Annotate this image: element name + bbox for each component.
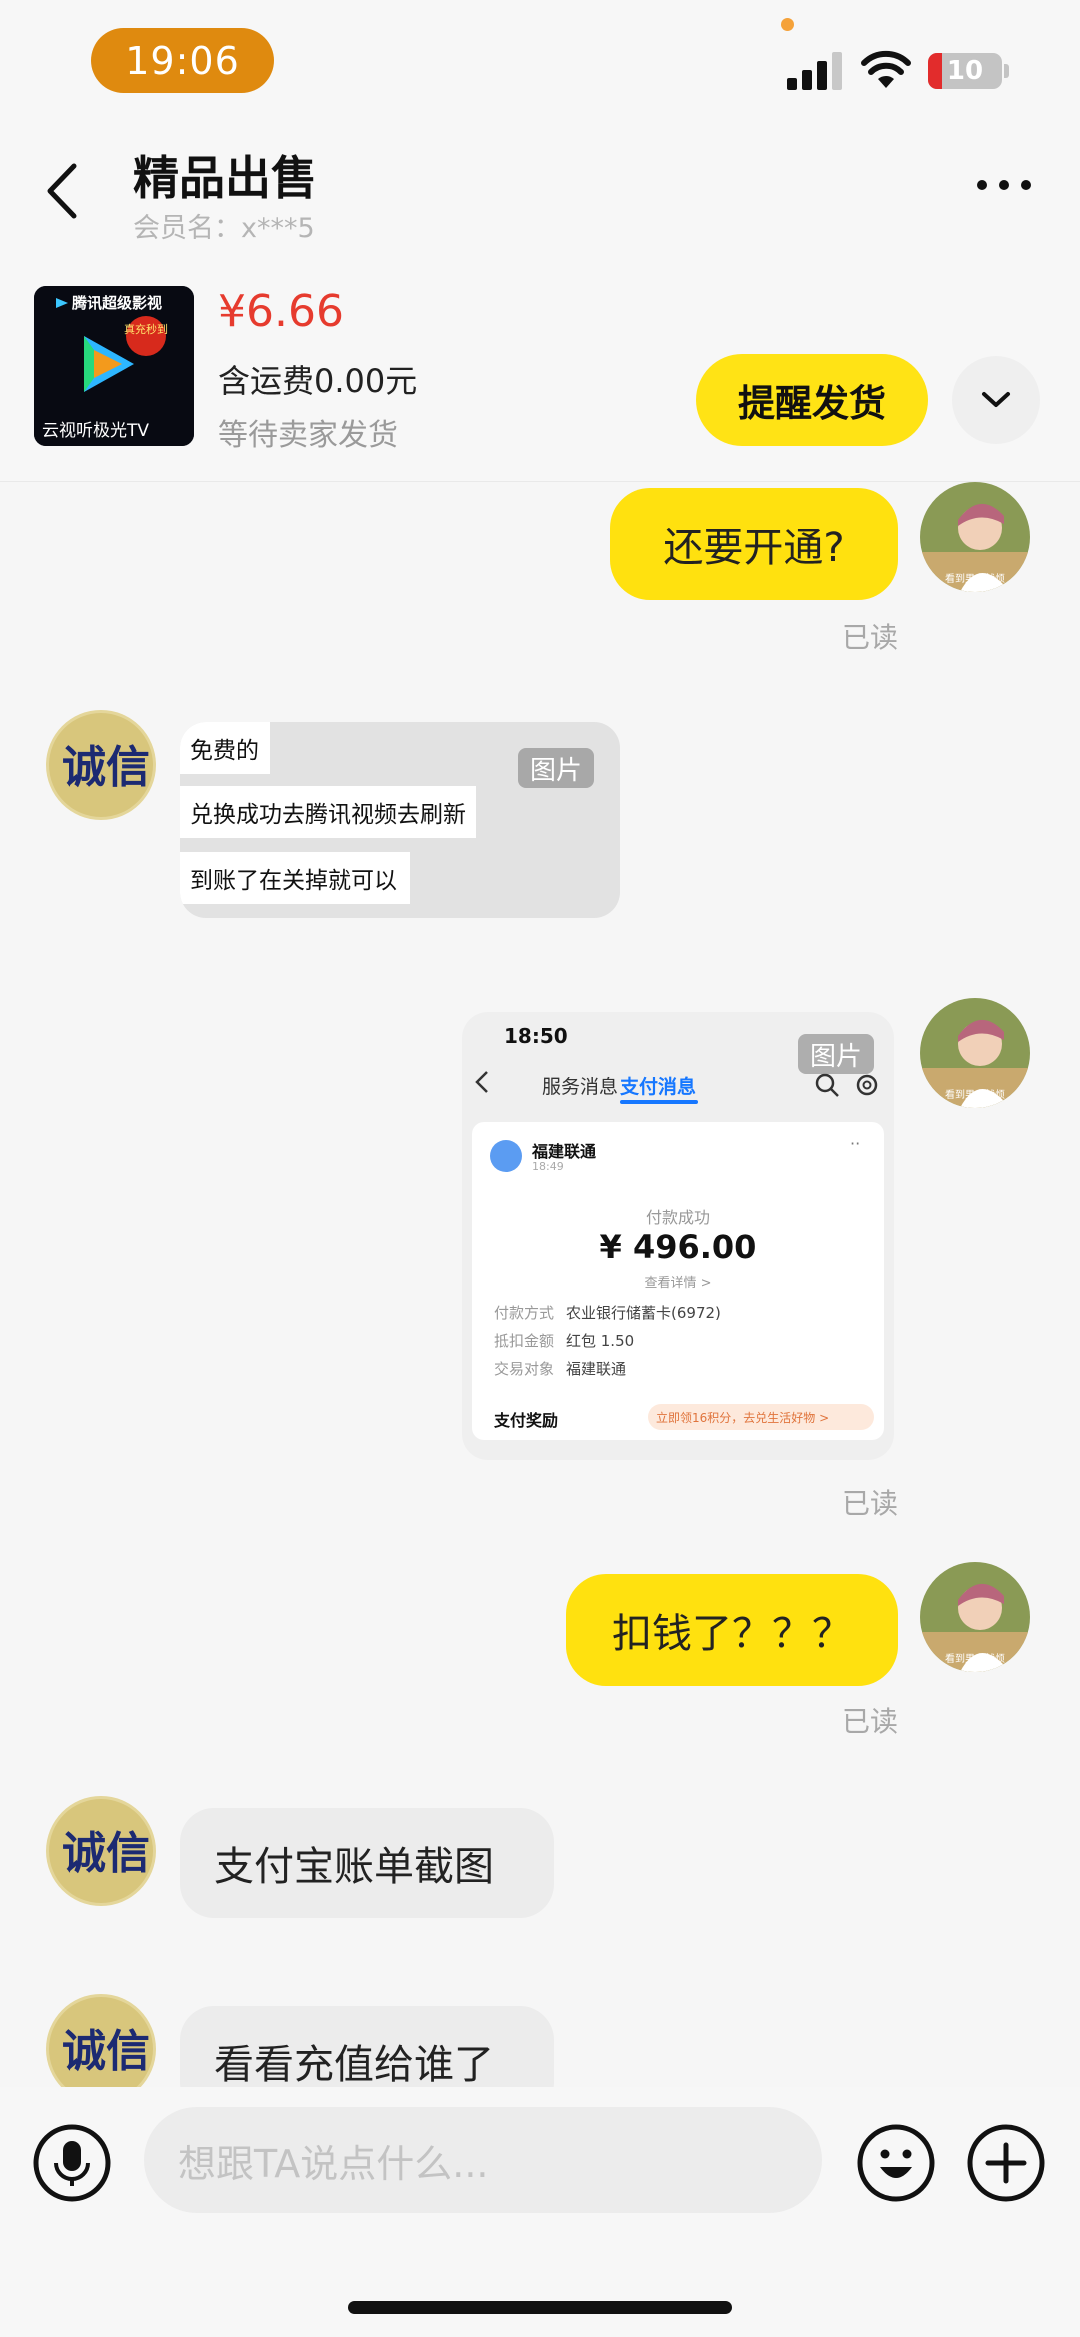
screenshot-row: 交易对象 福建联通 [494,1358,626,1379]
shipping-fee: 含运费0.00元 [218,362,418,400]
screenshot-row-key: 抵扣金额 [494,1332,555,1350]
image-text-line: 免费的 [180,722,270,774]
thumb-subtitle: 云视听极光TV [42,421,149,441]
avatar-seller-icon: 诚信 [46,710,156,820]
screenshot-row-value: 农业银行储蓄卡(6972) [566,1304,721,1322]
image-text-line: 到账了在关掉就可以 [180,852,410,904]
back-icon[interactable] [42,160,82,222]
read-receipt: 已读 [842,1487,899,1520]
screenshot-more-icon: ·· [850,1134,861,1153]
page-title: 精品出售 [133,151,317,205]
wifi-icon [861,50,911,88]
read-receipt: 已读 [842,1705,899,1738]
product-price: ¥6.66 [218,286,344,337]
message-text: 支付宝账单截图 [214,1844,494,1890]
recording-indicator [781,18,794,31]
avatar-self[interactable]: 看到男人就烦 [920,1562,1030,1672]
avatar-seller[interactable]: 诚信 [46,1796,156,1906]
microphone-icon[interactable] [32,2123,112,2203]
thumb-title: 腾讯超级影视 [71,294,162,312]
avatar-self[interactable]: 看到男人就烦 [920,482,1030,592]
screenshot-reward-tag: 立即领16积分，去兑生活好物 > [648,1404,874,1430]
screenshot-merchant-time: 18:49 [532,1160,564,1173]
read-receipt: 已读 [842,621,899,654]
screenshot-tab-underline [620,1100,698,1104]
image-tag: 图片 [518,748,595,788]
member-name: 会员名：x***5 [133,213,315,244]
message-bubble-out[interactable]: 还要开通? [610,488,898,600]
avatar-seller[interactable]: 诚信 [46,1994,156,2087]
status-bar: 19:06 10 [0,0,1080,120]
order-status: 等待卖家发货 [218,418,398,453]
screenshot-row: 付款方式 农业银行储蓄卡(6972) [494,1302,721,1323]
expand-button[interactable] [952,356,1040,444]
message-text: 看看充值给谁了 [214,2042,494,2087]
avatar-caption: 看到男人就烦 [945,572,1005,585]
avatar-girl-icon: 看到男人就烦 [920,998,1030,1108]
avatar-girl-icon: 看到男人就烦 [920,482,1030,592]
thumb-badge: 真充秒到 [124,322,168,336]
avatar-seller-icon: 诚信 [46,1796,156,1906]
screenshot-amount: ¥ 496.00 [599,1228,757,1266]
message-text: 扣钱了？？？ [612,1611,852,1657]
image-text-line: 兑换成功去腾讯视频去刷新 [180,786,476,838]
screenshot-row-value: 红包 1.50 [566,1332,635,1350]
message-list[interactable]: 还要开通? 看到男人就烦 已读 诚信 免费的 兑换成功去腾讯视频去刷新 到账了在… [0,482,1080,2087]
avatar-girl-icon: 看到男人就烦 [920,1562,1030,1672]
message-bubble-out[interactable]: 扣钱了？？？ [566,1574,898,1686]
product-thumbnail[interactable]: 腾讯超级影视 真充秒到 云视听极光TV [34,286,194,446]
avatar-caption: 看到男人就烦 [945,1652,1005,1665]
chevron-down-icon [982,392,1010,407]
screenshot-tab-payment: 支付消息 [620,1076,697,1098]
tencent-video-logo-icon: 腾讯超级影视 真充秒到 云视听极光TV [34,286,194,446]
screenshot-search-icon [815,1073,839,1097]
avatar-self[interactable]: 看到男人就烦 [920,998,1030,1108]
screenshot-detail-link: 查看详情 > [644,1276,712,1291]
message-bubble-in[interactable]: 支付宝账单截图 [180,1808,554,1918]
screenshot-row-key: 付款方式 [494,1304,555,1322]
screenshot-merchant-avatar [490,1140,522,1172]
status-time: 19:06 [91,28,274,93]
plus-icon[interactable] [966,2123,1046,2203]
battery-level: 10 [946,56,984,86]
home-indicator [348,2301,732,2314]
avatar-seller-icon: 诚信 [46,1994,156,2087]
screenshot-status: 付款成功 [645,1208,710,1227]
battery-tip [1004,64,1009,78]
battery-icon: 10 [928,53,1002,89]
screenshot-payment-card: 福建联通 18:49 ·· 付款成功 ¥ 496.00 查看详情 > 付款方式农… [472,1122,884,1440]
screenshot-tab-service: 服务消息 [542,1076,619,1098]
screenshot-row-key: 交易对象 [494,1360,555,1378]
message-text: 还要开通? [663,525,845,571]
screenshot-row-value: 福建联通 [566,1360,627,1378]
screenshot-reward-label: 支付奖励 [494,1411,559,1430]
input-bar: 想跟TA说点什么... [0,2087,1080,2337]
screenshot-row: 抵扣金额 红包 1.50 [494,1330,634,1351]
product-card[interactable]: 腾讯超级影视 真充秒到 云视听极光TV ¥6.66 含运费0.00元 等待卖家发… [0,250,1080,482]
avatar-caption: 看到男人就烦 [945,1088,1005,1101]
message-bubble-in[interactable]: 看看充值给谁了 [180,2006,554,2087]
payment-screenshot-message[interactable]: 18:50 服务消息 支付消息 福建联通 18:49 ·· 付款成功 ¥ 496… [462,1012,894,1460]
remind-shipping-button[interactable]: 提醒发货 [696,354,928,446]
avatar-seller-text: 诚信 [62,2026,150,2077]
message-input[interactable]: 想跟TA说点什么... [144,2107,822,2213]
more-icon[interactable] [974,175,1034,195]
image-tag: 图片 [798,1034,875,1074]
chat-header: 精品出售 会员名：x***5 [0,120,1080,250]
avatar-seller-text: 诚信 [62,742,150,793]
screenshot-gear-icon [856,1074,878,1096]
screenshot-merchant: 福建联通 [532,1142,597,1161]
avatar-seller[interactable]: 诚信 [46,710,156,820]
signal-icon [787,52,842,90]
emoji-icon[interactable] [856,2123,936,2203]
screenshot-back-icon [475,1071,488,1093]
avatar-seller-text: 诚信 [62,1828,150,1879]
screenshot-time: 18:50 [504,1024,568,1048]
